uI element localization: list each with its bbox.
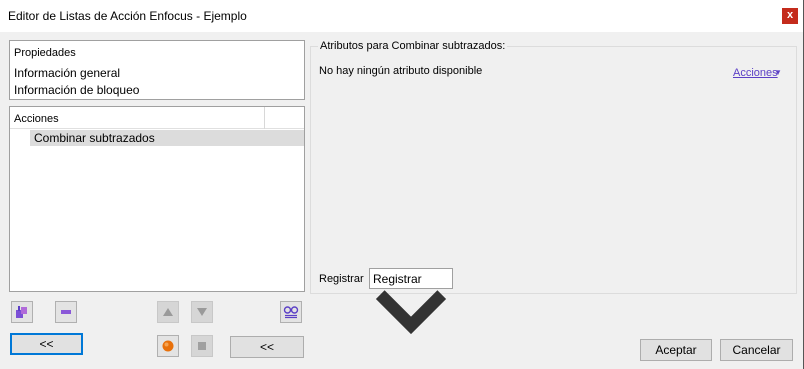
actions-list: Acciones Combinar subtrazados (9, 106, 305, 292)
properties-list: Propiedades Información general Informac… (9, 40, 305, 100)
record-button[interactable] (157, 335, 179, 357)
remove-icon (61, 310, 71, 314)
chevron-down-icon[interactable]: ▼ (774, 68, 782, 77)
actions-item-label: Combinar subtrazados (34, 131, 155, 145)
arrow-up-icon (163, 308, 173, 316)
properties-item-lock[interactable]: Información de bloqueo (14, 83, 139, 97)
move-up-button[interactable] (157, 301, 179, 323)
cancel-button[interactable]: Cancelar (720, 339, 793, 361)
move-down-button[interactable] (191, 301, 213, 323)
accept-button[interactable]: Aceptar (640, 339, 712, 361)
window-title: Editor de Listas de Acción Enfocus - Eje… (8, 9, 247, 23)
add-action-button[interactable] (11, 301, 33, 323)
preview-button[interactable] (280, 301, 302, 323)
title-bar: Editor de Listas de Acción Enfocus - Eje… (0, 0, 804, 32)
record-icon (162, 340, 174, 352)
actions-item-selected[interactable]: Combinar subtrazados (30, 130, 304, 146)
stop-icon (198, 342, 206, 350)
add-action-icon (16, 306, 27, 318)
remove-action-button[interactable] (55, 301, 77, 323)
register-select[interactable]: Registrar (369, 268, 453, 335)
attributes-legend: Atributos para Combinar subtrazados: (318, 40, 508, 52)
arrow-down-icon (197, 308, 207, 316)
column-divider (264, 107, 265, 129)
collapse-left-button[interactable]: << (10, 333, 83, 355)
actions-header: Acciones (14, 113, 59, 125)
collapse-right-button[interactable]: << (230, 336, 304, 358)
properties-header: Propiedades (14, 47, 76, 59)
attributes-group (310, 46, 797, 294)
stop-button[interactable] (191, 335, 213, 357)
attributes-empty-text: No hay ningún atributo disponible (319, 65, 483, 77)
properties-item-general[interactable]: Información general (14, 66, 120, 80)
register-label: Registrar (319, 273, 364, 285)
register-select-value: Registrar (373, 272, 422, 286)
actions-header-row: Acciones (10, 107, 304, 129)
acciones-menu-link[interactable]: Acciones (733, 67, 778, 79)
close-button[interactable]: x (782, 8, 798, 24)
glasses-icon (283, 306, 299, 319)
